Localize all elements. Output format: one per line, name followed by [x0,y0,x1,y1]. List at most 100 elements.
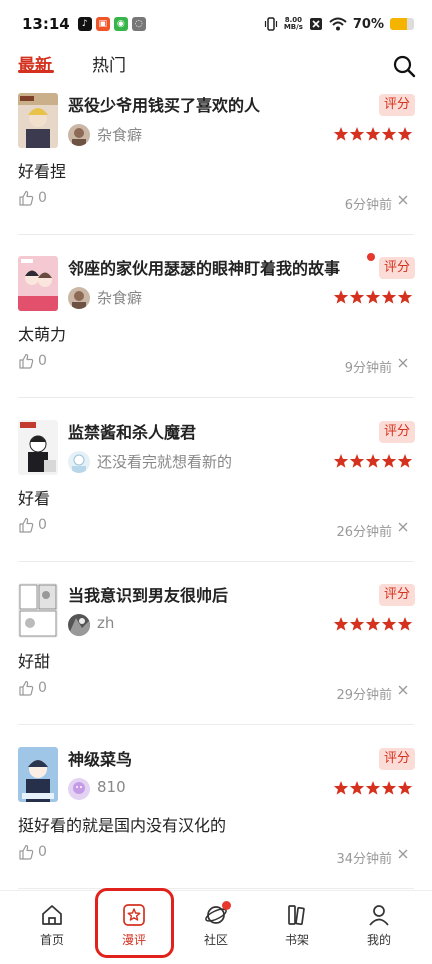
review-time: 29分钟前 [336,688,392,703]
review-time: 26分钟前 [336,525,392,540]
comic-cover[interactable] [18,747,58,802]
rate-button[interactable]: 评分 [379,748,415,770]
star-icon [365,454,381,468]
rating-stars [333,617,413,631]
divider [18,888,414,889]
avatar[interactable] [68,451,90,473]
review-card[interactable]: 监禁酱和杀人魔君 还没看完就想看新的 评分 好看 0 26分钟前 [0,411,432,575]
thumbs-up-icon [19,190,34,206]
selection-highlight [95,888,174,958]
close-icon[interactable] [397,521,409,533]
like-button[interactable]: 0 [18,190,47,206]
close-icon[interactable] [397,684,409,696]
star-icon [333,781,349,795]
battery-percent: 70% [352,16,384,32]
review-comment: 挺好看的就是国内没有汉化的 [18,816,227,835]
rating-stars [333,454,413,468]
update-dot [367,253,375,261]
nav-home[interactable]: 首页 [22,903,82,948]
username[interactable]: 还没看完就想看新的 [97,451,232,472]
like-button[interactable]: 0 [18,844,47,860]
net-speed: 8.00 MB/s [284,17,303,31]
close-icon[interactable] [397,848,409,860]
nav-bookshelf[interactable]: 书架 [267,903,327,948]
comic-cover[interactable] [18,93,58,148]
rating-stars [333,781,413,795]
notification-dot [222,901,231,910]
divider [18,561,414,562]
review-card[interactable]: 恶役少爷用钱买了喜欢的人 杂食癖 评分 好看捏 0 6分钟前 [0,84,432,248]
review-card[interactable]: 神级菜鸟 810 评分 挺好看的就是国内没有汉化的 0 34分钟前 [0,738,432,902]
nav-label: 社区 [203,933,228,947]
username[interactable]: 杂食癖 [97,287,142,308]
star-icon [349,127,365,141]
nav-label: 首页 [39,933,64,947]
review-card[interactable]: 邻座的家伙用瑟瑟的眼神盯着我的故事 杂食癖 评分 太萌力 0 9分钟前 [0,247,432,411]
like-button[interactable]: 0 [18,517,47,533]
nav-label: 我的 [366,933,391,947]
rating-stars [333,127,413,141]
rate-button[interactable]: 评分 [379,257,415,279]
star-icon [381,617,397,631]
wifi-icon [329,17,347,31]
thumbs-up-icon [19,517,34,533]
star-icon [365,617,381,631]
divider [18,397,414,398]
review-time: 6分钟前 [344,198,392,213]
star-icon [349,781,365,795]
comic-cover[interactable] [18,420,58,475]
star-icon [365,781,381,795]
review-comment: 太萌力 [18,325,67,344]
comic-cover[interactable] [18,583,58,638]
search-icon[interactable] [392,54,416,78]
rating-stars [333,290,413,304]
like-button[interactable]: 0 [18,680,47,696]
avatar[interactable] [68,124,90,146]
review-card[interactable]: 当我意识到男友很帅后 zh 评分 好甜 0 29分钟前 [0,574,432,738]
nav-label: 书架 [284,933,309,947]
star-icon [349,454,365,468]
review-comment: 好看捏 [18,162,67,181]
username[interactable]: zh [97,614,114,632]
divider [18,724,414,725]
star-icon [365,290,381,304]
username[interactable]: 杂食癖 [97,124,142,145]
star-icon [397,781,413,795]
star-icon [381,781,397,795]
comic-title[interactable]: 邻座的家伙用瑟瑟的眼神盯着我的故事 [68,255,340,279]
star-icon [333,617,349,631]
app-icon: ◉ [113,17,128,31]
close-icon[interactable] [397,357,409,369]
like-count: 0 [38,680,47,696]
status-time: 13:14 [22,15,70,33]
avatar[interactable] [68,287,90,309]
like-count: 0 [38,353,47,369]
battery-icon [390,18,414,30]
nav-me[interactable]: 我的 [349,903,409,948]
avatar[interactable] [68,778,90,800]
tab-popular[interactable]: 热门 [92,51,126,76]
star-icon [333,454,349,468]
review-time: 34分钟前 [336,852,392,867]
comic-title[interactable]: 当我意识到男友很帅后 [68,582,228,606]
thumbs-up-icon [19,680,34,696]
bookshelf-icon [288,905,305,926]
person-icon [369,905,389,926]
comic-title[interactable]: 监禁酱和杀人魔君 [68,419,196,443]
star-icon [381,454,397,468]
comic-title[interactable]: 恶役少爷用钱买了喜欢的人 [68,92,260,116]
rate-button[interactable]: 评分 [379,584,415,606]
like-count: 0 [38,517,47,533]
nav-community[interactable]: 社区 [186,901,246,948]
comic-cover[interactable] [18,256,58,311]
star-icon [333,290,349,304]
tab-active-indicator [18,70,54,73]
close-icon[interactable] [397,194,409,206]
star-icon [397,617,413,631]
rate-button[interactable]: 评分 [379,94,415,116]
avatar[interactable] [68,614,90,636]
username[interactable]: 810 [97,778,126,796]
comic-title[interactable]: 神级菜鸟 [68,746,132,770]
rate-button[interactable]: 评分 [379,421,415,443]
like-button[interactable]: 0 [18,353,47,369]
